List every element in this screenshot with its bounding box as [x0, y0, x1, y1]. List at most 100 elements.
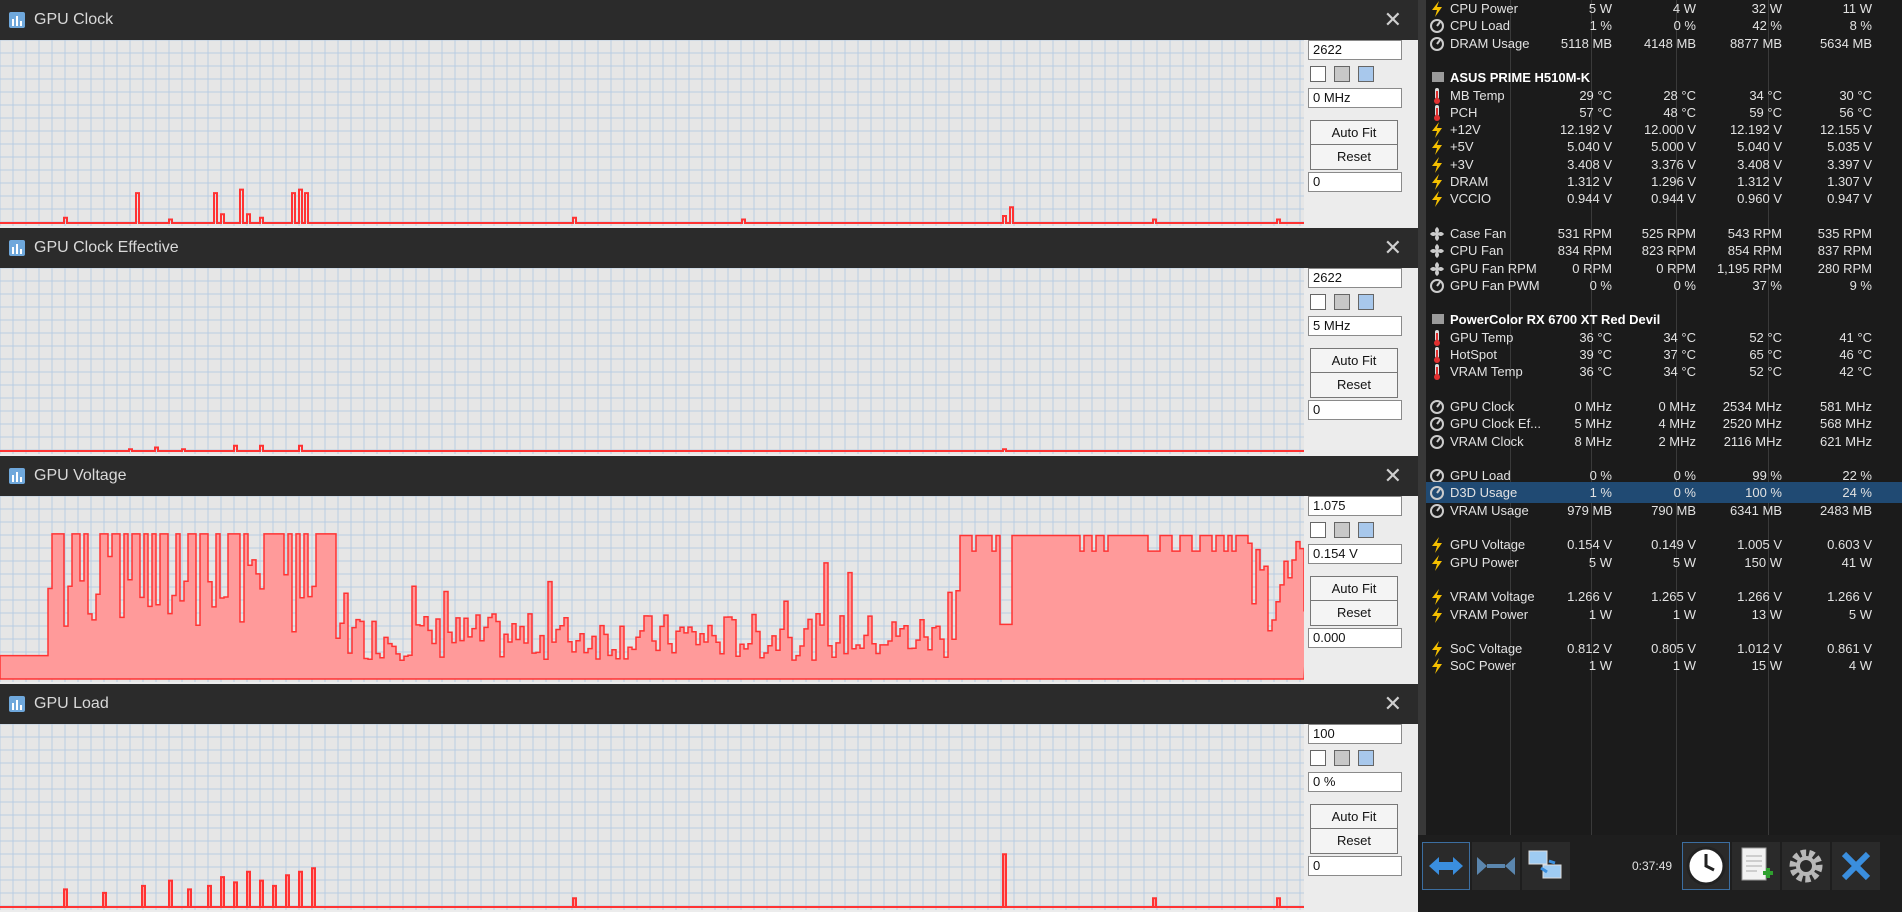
transparent-bg-checkbox[interactable]	[1310, 522, 1326, 538]
blue-bg-checkbox[interactable]	[1358, 294, 1374, 310]
add-log-icon	[1741, 847, 1773, 881]
auto-fit-button[interactable]: Auto Fit	[1310, 120, 1398, 146]
graph-title: GPU Clock	[34, 11, 114, 28]
sensor-current: 1 %	[1589, 18, 1612, 33]
sensor-label: VCCIO	[1450, 191, 1492, 206]
graph-window[interactable]: GPU Clock Effective ✕ 2622 5 MHz Auto Fit Res…	[0, 228, 1418, 456]
sensor-label: +12V	[1450, 122, 1481, 137]
graph-max-field[interactable]: 2622	[1308, 268, 1402, 288]
sensor-min: 525 RPM	[1641, 226, 1696, 241]
collapse-columns-button[interactable]	[1472, 842, 1520, 890]
graph-current-field[interactable]: 0 MHz	[1308, 88, 1402, 108]
sensor-average: 280 RPM	[1817, 261, 1872, 276]
auto-fit-button[interactable]: Auto Fit	[1310, 348, 1398, 374]
thermometer-icon	[1430, 347, 1444, 363]
graph-current-field[interactable]: 5 MHz	[1308, 316, 1402, 336]
blue-bg-checkbox[interactable]	[1358, 522, 1374, 538]
sensor-label: VRAM Power	[1450, 607, 1529, 622]
graph-close-icon[interactable]: ✕	[1384, 7, 1402, 33]
graph-min-field[interactable]: 0.000	[1308, 628, 1402, 648]
auto-fit-button[interactable]: Auto Fit	[1310, 804, 1398, 830]
sensor-average: 5 W	[1848, 607, 1872, 622]
sensor-label: D3D Usage	[1450, 485, 1518, 500]
gauge-icon	[1430, 399, 1444, 414]
graph-title-bar[interactable]: GPU Clock Effective ✕	[0, 228, 1418, 268]
sensor-max: 543 RPM	[1727, 226, 1782, 241]
reset-button[interactable]: Reset	[1310, 828, 1398, 854]
clock-button[interactable]	[1682, 842, 1730, 890]
transparent-bg-checkbox[interactable]	[1310, 750, 1326, 766]
network-button[interactable]	[1522, 842, 1570, 890]
sensor-max: 34 °C	[1749, 88, 1782, 103]
sensor-average: 24 %	[1842, 485, 1872, 500]
reset-button[interactable]: Reset	[1310, 144, 1398, 170]
graph-title-bar[interactable]: GPU Load ✕	[0, 684, 1418, 724]
close-button[interactable]	[1832, 842, 1880, 890]
thermometer-icon	[1430, 364, 1444, 380]
sensor-label: VRAM Usage	[1450, 503, 1529, 518]
sensor-min: 0 RPM	[1656, 261, 1696, 276]
sensor-max: 42 %	[1752, 18, 1782, 33]
graph-window[interactable]: GPU Clock ✕ 2622 0 MHz Auto Fit Reset 0	[0, 0, 1418, 228]
graph-title-bar[interactable]: GPU Voltage ✕	[0, 456, 1418, 496]
graph-max-field[interactable]: 1.075	[1308, 496, 1402, 516]
sensor-current: 5.040 V	[1567, 139, 1612, 154]
sensor-label: CPU Fan	[1450, 243, 1504, 258]
sensor-panel[interactable]: CPU Power 5 W 4 W 32 W 11 W CPU Load 1 % 0 % 42 …	[1426, 0, 1902, 835]
sensor-row[interactable]: SoC Power 1 W 1 W 15 W 4 W	[1426, 655, 1902, 676]
sensor-average: 837 RPM	[1817, 243, 1872, 258]
graph-min-field[interactable]: 0	[1308, 172, 1402, 192]
gray-bg-checkbox[interactable]	[1334, 294, 1350, 310]
reset-button[interactable]: Reset	[1310, 372, 1398, 398]
graph-current-field[interactable]: 0.154 V	[1308, 544, 1402, 564]
graph-max-field[interactable]: 2622	[1308, 40, 1402, 60]
sensor-label: GPU Load	[1450, 468, 1511, 483]
sensor-min: 48 °C	[1663, 105, 1696, 120]
sensor-current: 979 MB	[1567, 503, 1612, 518]
blue-bg-checkbox[interactable]	[1358, 66, 1374, 82]
gray-bg-checkbox[interactable]	[1334, 66, 1350, 82]
graph-max-field[interactable]: 100	[1308, 724, 1402, 744]
graph-title-bar[interactable]: GPU Clock ✕	[0, 0, 1418, 40]
graph-title: GPU Voltage	[34, 467, 127, 484]
graph-current-field[interactable]: 0 %	[1308, 772, 1402, 792]
sensor-max: 1.266 V	[1737, 589, 1782, 604]
graph-close-icon[interactable]: ✕	[1384, 463, 1402, 489]
sensor-max: 8877 MB	[1729, 36, 1782, 51]
reset-button[interactable]: Reset	[1310, 600, 1398, 626]
sensor-max: 854 RPM	[1727, 243, 1782, 258]
settings-button[interactable]	[1782, 842, 1830, 890]
graph-min-field[interactable]: 0	[1308, 856, 1402, 876]
transparent-bg-checkbox[interactable]	[1310, 66, 1326, 82]
gray-bg-checkbox[interactable]	[1334, 750, 1350, 766]
sensor-max: 99 %	[1752, 468, 1782, 483]
sensor-max: 52 °C	[1749, 330, 1782, 345]
sensor-average: 30 °C	[1839, 88, 1872, 103]
graph-plot	[0, 496, 1304, 682]
gauge-icon	[1430, 434, 1444, 449]
graph-title: GPU Load	[34, 695, 109, 712]
sensor-max: 3.408 V	[1737, 157, 1782, 172]
blue-bg-checkbox[interactable]	[1358, 750, 1374, 766]
logging-button[interactable]	[1732, 842, 1780, 890]
sensor-average: 4 W	[1848, 658, 1872, 673]
graph-window[interactable]: GPU Voltage ✕ 1.075 0.154 V Auto Fit Reset 0.0…	[0, 456, 1418, 684]
sensor-average: 42 °C	[1839, 364, 1872, 379]
graph-close-icon[interactable]: ✕	[1384, 235, 1402, 261]
lightning-icon	[1430, 174, 1444, 190]
graph-min-field[interactable]: 0	[1308, 400, 1402, 420]
sensor-label: Case Fan	[1450, 226, 1507, 241]
expand-columns-button[interactable]	[1422, 842, 1470, 890]
gray-bg-checkbox[interactable]	[1334, 522, 1350, 538]
auto-fit-button[interactable]: Auto Fit	[1310, 576, 1398, 602]
graph-close-icon[interactable]: ✕	[1384, 691, 1402, 717]
sensor-current: 8 MHz	[1574, 434, 1612, 449]
sensor-current: 29 °C	[1579, 88, 1612, 103]
series-line	[0, 444, 1304, 452]
graph-canvas	[0, 496, 1304, 682]
sensor-current: 39 °C	[1579, 347, 1612, 362]
sensor-label: +3V	[1450, 157, 1474, 172]
sensor-min: 0.149 V	[1651, 537, 1696, 552]
graph-window[interactable]: GPU Load ✕ 100 0 % Auto Fit Reset 0	[0, 684, 1418, 912]
transparent-bg-checkbox[interactable]	[1310, 294, 1326, 310]
